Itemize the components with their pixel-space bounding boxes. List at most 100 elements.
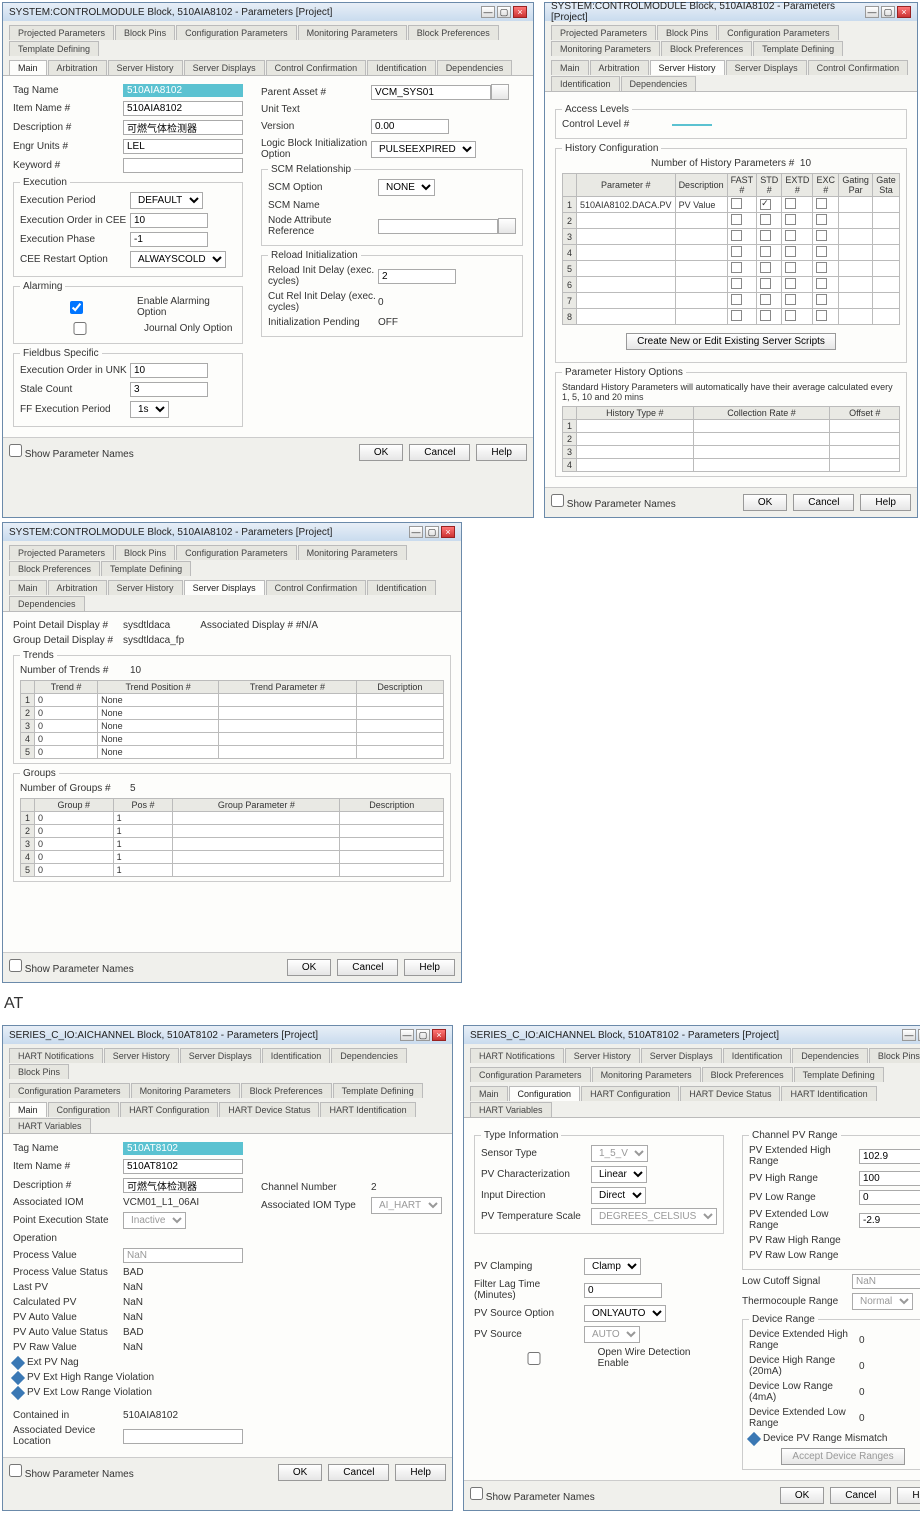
tab-block-preferences[interactable]: Block Preferences [408, 25, 499, 40]
tab-identification[interactable]: Identification [367, 580, 436, 595]
ok-button[interactable]: OK [359, 444, 403, 461]
ok-button[interactable]: OK [780, 1487, 824, 1504]
table-row[interactable]: 401 [21, 851, 444, 864]
tab-projected-parameters[interactable]: Projected Parameters [551, 25, 656, 40]
tab-template-defining[interactable]: Template Defining [794, 1067, 884, 1082]
tab-identification[interactable]: Identification [551, 76, 620, 91]
cancel-button[interactable]: Cancel [409, 444, 470, 461]
browse-button-2[interactable] [498, 218, 516, 234]
tab-template-defining[interactable]: Template Defining [753, 41, 843, 56]
tab-projected-parameters[interactable]: Projected Parameters [9, 25, 114, 40]
tab-server-history[interactable]: Server History [108, 60, 183, 75]
version-input[interactable] [371, 119, 449, 134]
tab-hart-device-status[interactable]: HART Device Status [680, 1086, 780, 1101]
tab-monitoring-parameters[interactable]: Monitoring Parameters [131, 1083, 240, 1098]
tab-hart-configuration[interactable]: HART Configuration [581, 1086, 679, 1101]
minimize-icon[interactable]: — [400, 1029, 414, 1041]
tab-server-displays[interactable]: Server Displays [726, 60, 807, 75]
help-button[interactable]: Help [476, 444, 527, 461]
tab-arbitration[interactable]: Arbitration [48, 580, 107, 595]
pv-lo-input[interactable] [859, 1190, 920, 1205]
pv-clamping-select[interactable]: Clamp [584, 1258, 641, 1275]
tab-configuration[interactable]: Configuration [48, 1102, 120, 1117]
tab-hart-variables[interactable]: HART Variables [470, 1102, 552, 1117]
cancel-button[interactable]: Cancel [830, 1487, 891, 1504]
open-wire-detection-checkbox[interactable] [474, 1352, 594, 1365]
tab-block-preferences[interactable]: Block Preferences [9, 561, 100, 576]
show-param-names-checkbox[interactable]: Show Parameter Names [551, 494, 676, 511]
exec-period-select[interactable]: DEFAULT [130, 192, 203, 209]
tab-server-displays[interactable]: Server Displays [641, 1048, 722, 1063]
tab-dependencies[interactable]: Dependencies [331, 1048, 407, 1063]
cancel-button[interactable]: Cancel [337, 959, 398, 976]
stale-count-input[interactable] [130, 382, 208, 397]
table-row[interactable]: 201 [21, 825, 444, 838]
cee-restart-select[interactable]: ALWAYSCOLD [130, 251, 226, 268]
enable-alarming-checkbox[interactable] [20, 301, 133, 314]
journal-only-checkbox[interactable] [20, 322, 140, 335]
table-row[interactable]: 40None [21, 733, 444, 746]
tab-hart-identification[interactable]: HART Identification [781, 1086, 876, 1101]
maximize-icon[interactable]: ▢ [416, 1029, 430, 1041]
minimize-icon[interactable]: — [409, 526, 423, 538]
tab-monitoring-parameters[interactable]: Monitoring Parameters [298, 545, 407, 560]
parent-asset-input[interactable] [371, 85, 491, 100]
pv-ext-lo-input[interactable] [859, 1213, 920, 1228]
tab-hart-configuration[interactable]: HART Configuration [120, 1102, 218, 1117]
tab-template-defining[interactable]: Template Defining [101, 561, 191, 576]
item-name-input[interactable] [123, 1159, 243, 1174]
node-attr-input[interactable] [378, 219, 498, 234]
tab-configuration[interactable]: Configuration [509, 1086, 581, 1101]
tab-main[interactable]: Main [9, 580, 47, 595]
close-icon[interactable]: × [432, 1029, 446, 1041]
tab-block-preferences[interactable]: Block Preferences [702, 1067, 793, 1082]
tag-name-field[interactable]: 510AT8102 [123, 1142, 243, 1155]
table-row[interactable]: 3 [563, 229, 900, 245]
exec-order-unk-input[interactable] [130, 363, 208, 378]
input-direction-select[interactable]: Direct [591, 1187, 646, 1204]
logic-block-init-select[interactable]: PULSEEXPIRED [371, 141, 476, 158]
table-row[interactable]: 50None [21, 746, 444, 759]
tab-main[interactable]: Main [9, 1102, 47, 1117]
item-name-input[interactable] [123, 101, 243, 116]
close-icon[interactable]: × [513, 6, 527, 18]
tab-projected-parameters[interactable]: Projected Parameters [9, 545, 114, 560]
description-input[interactable] [123, 1178, 243, 1193]
tab-hart-identification[interactable]: HART Identification [320, 1102, 415, 1117]
pv-hi-input[interactable] [859, 1171, 920, 1186]
tab-block-pins[interactable]: Block Pins [115, 545, 175, 560]
exec-phase-input[interactable] [130, 232, 208, 247]
control-level-value[interactable] [672, 124, 712, 126]
history-options-table[interactable]: History Type #Collection Rate #Offset # … [562, 406, 900, 472]
close-icon[interactable]: × [441, 526, 455, 538]
minimize-icon[interactable]: — [902, 1029, 916, 1041]
close-icon[interactable]: × [897, 6, 911, 18]
tab-server-displays[interactable]: Server Displays [180, 1048, 261, 1063]
show-param-names-checkbox[interactable]: Show Parameter Names [9, 959, 134, 976]
tab-configuration-parameters[interactable]: Configuration Parameters [470, 1067, 591, 1082]
tab-block-pins[interactable]: Block Pins [657, 25, 717, 40]
exec-order-cee-input[interactable] [130, 213, 208, 228]
tab-main[interactable]: Main [470, 1086, 508, 1101]
pv-char-select[interactable]: Linear [591, 1166, 647, 1183]
tab-hart-variables[interactable]: HART Variables [9, 1118, 91, 1133]
tab-dependencies[interactable]: Dependencies [621, 76, 697, 91]
ok-button[interactable]: OK [743, 494, 787, 511]
table-row[interactable]: 501 [21, 864, 444, 877]
pv-source-option-select[interactable]: ONLYAUTO [584, 1305, 666, 1322]
tab-control-confirmation[interactable]: Control Confirmation [808, 60, 909, 75]
tab-dependencies[interactable]: Dependencies [9, 596, 85, 611]
tab-server-displays[interactable]: Server Displays [184, 60, 265, 75]
table-row[interactable]: 2 [563, 213, 900, 229]
reload-init-delay-input[interactable] [378, 269, 456, 284]
tab-control-confirmation[interactable]: Control Confirmation [266, 60, 367, 75]
table-row[interactable]: 5 [563, 261, 900, 277]
tab-hart-device-status[interactable]: HART Device Status [219, 1102, 319, 1117]
ff-exec-period-select[interactable]: 1s [130, 401, 169, 418]
tab-server-history[interactable]: Server History [650, 60, 725, 75]
history-params-table[interactable]: Parameter # Description FAST # STD # EXT… [562, 173, 900, 325]
tab-monitoring-parameters[interactable]: Monitoring Parameters [298, 25, 407, 40]
table-row[interactable]: 101 [21, 812, 444, 825]
tab-identification[interactable]: Identification [723, 1048, 792, 1063]
show-param-names-checkbox[interactable]: Show Parameter Names [470, 1487, 595, 1504]
